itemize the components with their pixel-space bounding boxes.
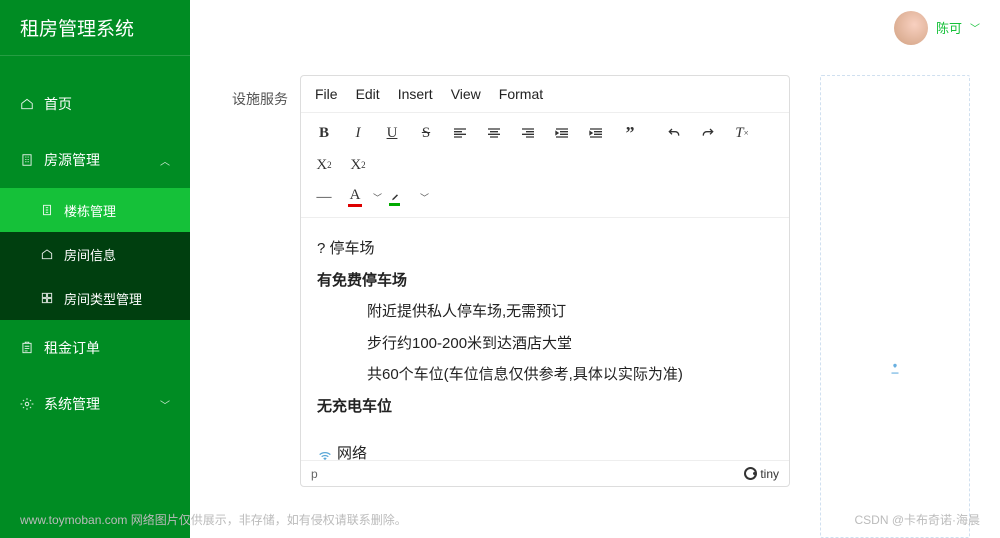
header: 陈可 ﹀: [894, 0, 1000, 55]
form-row: 设施服务 File Edit Insert View Format B I U …: [220, 75, 790, 538]
content-line: 共60个车位(车位信息仅供参考,具体以实际为准): [317, 362, 773, 388]
side-drop-panel[interactable]: [820, 75, 970, 538]
user-chevron-down-icon[interactable]: ﹀: [970, 20, 980, 35]
underline-button[interactable]: U: [377, 119, 407, 147]
credit-text: CSDN @卡布奇诺·海晨: [854, 511, 980, 528]
nav-home-label: 首页: [44, 94, 72, 114]
outdent-button[interactable]: [547, 119, 577, 147]
wifi-icon: [317, 447, 333, 460]
content-line: 附近提供私人停车场,无需预订: [317, 299, 773, 325]
menu-file[interactable]: File: [315, 86, 338, 102]
italic-button[interactable]: I: [343, 119, 373, 147]
content-line: 步行约100-200米到达酒店大堂: [317, 331, 773, 357]
nav-building-label: 楼栋管理: [64, 201, 116, 220]
username[interactable]: 陈可: [936, 18, 962, 37]
blockquote-button[interactable]: ”: [615, 119, 645, 147]
tiny-logo-icon: [744, 467, 757, 480]
text-color-dropdown[interactable]: ﹀: [369, 185, 386, 210]
editor-content[interactable]: ? 停车场 有免费停车场 附近提供私人停车场,无需预订 步行约100-200米到…: [301, 218, 789, 460]
home-icon: [20, 97, 34, 111]
chevron-up-icon: ︿: [160, 153, 170, 168]
gear-icon: [20, 397, 34, 411]
app-title: 租房管理系统: [0, 0, 190, 55]
nav-roomtype[interactable]: 房间类型管理: [0, 276, 190, 320]
rich-text-editor: File Edit Insert View Format B I U S ”: [300, 75, 790, 487]
highlight-button[interactable]: [390, 183, 414, 211]
indent-button[interactable]: [581, 119, 611, 147]
building-icon: [20, 153, 34, 167]
undo-button[interactable]: [659, 119, 689, 147]
nav-system[interactable]: 系统管理 ﹀: [0, 376, 190, 432]
tiny-branding[interactable]: tiny: [744, 467, 779, 481]
highlight-dropdown[interactable]: ﹀: [416, 185, 433, 210]
element-path[interactable]: p: [311, 467, 318, 481]
clipboard-icon: [20, 341, 34, 355]
superscript-button[interactable]: X2: [343, 151, 373, 179]
editor-toolbar: B I U S ” T× X2 X2: [301, 112, 789, 218]
house-icon: [40, 247, 54, 261]
tower-icon: [40, 203, 54, 217]
strikethrough-button[interactable]: S: [411, 119, 441, 147]
align-center-button[interactable]: [479, 119, 509, 147]
sidebar: 租房管理系统 首页 房源管理 ︿ 楼栋管理 房间信息 房间类型管理: [0, 0, 190, 538]
menu-insert[interactable]: Insert: [398, 86, 433, 102]
field-label: 设施服务: [220, 75, 300, 538]
nav-housing-label: 房源管理: [44, 150, 100, 170]
bold-button[interactable]: B: [309, 119, 339, 147]
redo-button[interactable]: [693, 119, 723, 147]
content-line: 网络: [317, 441, 773, 460]
editor-statusbar: p tiny: [301, 460, 789, 486]
nav-home[interactable]: 首页: [0, 76, 190, 132]
nav-housing-submenu: 楼栋管理 房间信息 房间类型管理: [0, 188, 190, 320]
widget-icon: [888, 362, 902, 376]
content-line: 无充电车位: [317, 394, 773, 420]
align-left-button[interactable]: [445, 119, 475, 147]
content-line: ? 停车场: [317, 236, 773, 262]
main-content: 设施服务 File Edit Insert View Format B I U …: [190, 55, 1000, 538]
nav-rent[interactable]: 租金订单: [0, 320, 190, 376]
watermark-text: www.toymoban.com 网络图片仅供展示，非存储，如有侵权请联系删除。: [20, 511, 407, 528]
nav-building[interactable]: 楼栋管理: [0, 188, 190, 232]
nav-room-label: 房间信息: [64, 245, 116, 264]
chevron-down-icon: ﹀: [160, 397, 170, 412]
menu-format[interactable]: Format: [499, 86, 543, 102]
nav-menu: 首页 房源管理 ︿ 楼栋管理 房间信息 房间类型管理 租金订单: [0, 56, 190, 432]
nav-system-label: 系统管理: [44, 394, 100, 414]
editor-menubar: File Edit Insert View Format: [301, 76, 789, 112]
content-line: 有免费停车场: [317, 268, 773, 294]
nav-housing[interactable]: 房源管理 ︿: [0, 132, 190, 188]
align-right-button[interactable]: [513, 119, 543, 147]
nav-roomtype-label: 房间类型管理: [64, 289, 142, 308]
menu-edit[interactable]: Edit: [356, 86, 380, 102]
grid-icon: [40, 291, 54, 305]
clear-format-button[interactable]: T×: [727, 119, 757, 147]
subscript-button[interactable]: X2: [309, 151, 339, 179]
nav-rent-label: 租金订单: [44, 338, 100, 358]
hr-button[interactable]: —: [309, 183, 339, 211]
avatar[interactable]: [894, 11, 928, 45]
text-color-button[interactable]: A: [343, 183, 367, 211]
menu-view[interactable]: View: [451, 86, 481, 102]
nav-room[interactable]: 房间信息: [0, 232, 190, 276]
